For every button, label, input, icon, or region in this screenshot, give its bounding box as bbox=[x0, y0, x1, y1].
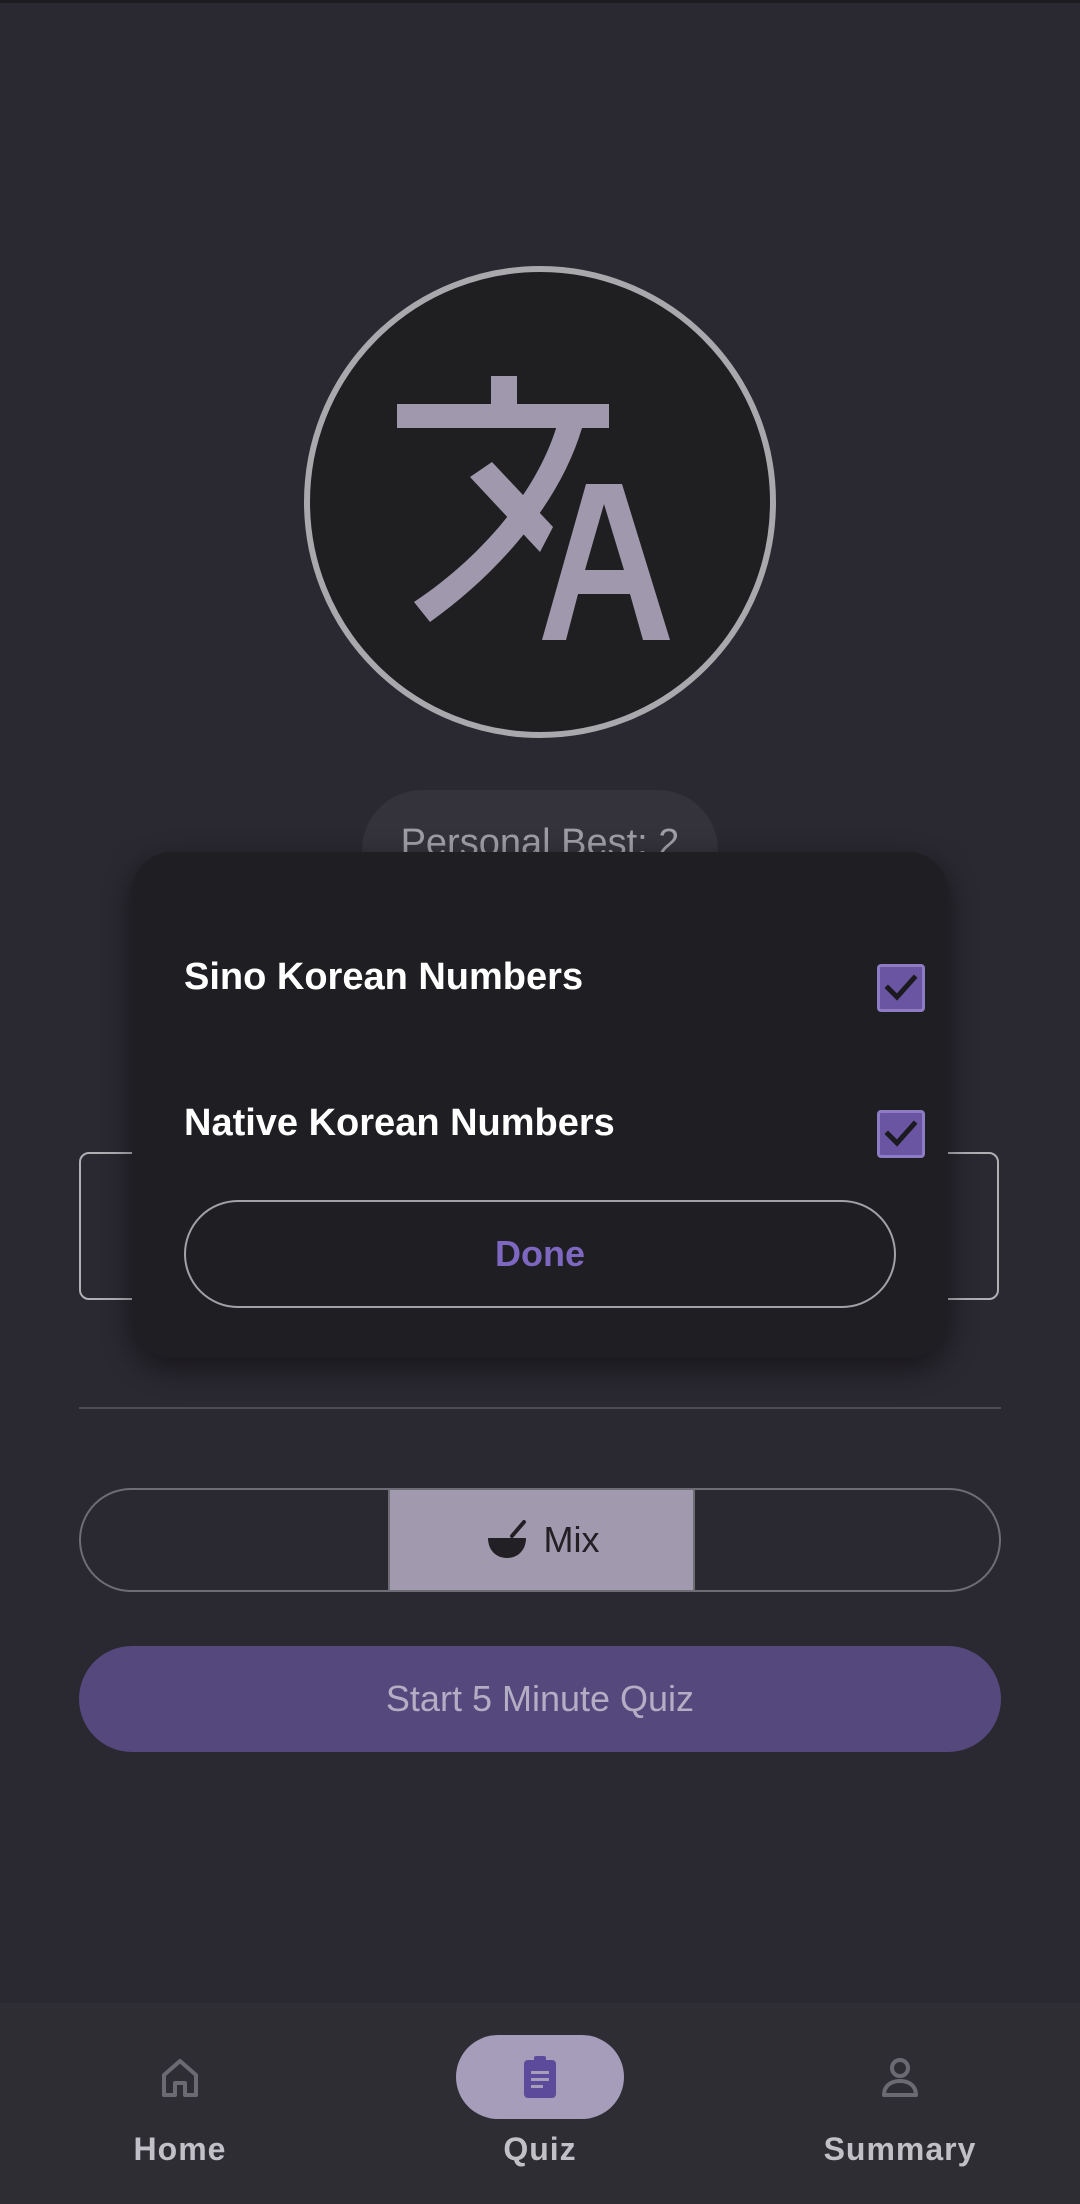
mode-segmented-control: Mix bbox=[79, 1488, 1001, 1592]
home-icon bbox=[162, 2059, 198, 2097]
done-label: Done bbox=[495, 1233, 585, 1274]
translate-icon bbox=[397, 376, 670, 640]
option-label: Native Korean Numbers bbox=[184, 1102, 615, 1144]
nav-label-summary: Summary bbox=[823, 2131, 977, 2167]
clipboard-icon bbox=[524, 2056, 556, 2098]
segment-right[interactable] bbox=[695, 1490, 999, 1590]
start-quiz-label: Start 5 Minute Quiz bbox=[385, 1678, 695, 1719]
segment-left[interactable] bbox=[81, 1490, 388, 1590]
nav-icon-container bbox=[816, 2035, 984, 2119]
done-button[interactable]: Done bbox=[184, 1200, 896, 1308]
nav-label-quiz: Quiz bbox=[503, 2131, 577, 2167]
option-label: Sino Korean Numbers bbox=[184, 956, 584, 998]
segment-mix[interactable]: Mix bbox=[388, 1490, 695, 1590]
nav-item-quiz[interactable]: Quiz bbox=[360, 2003, 720, 2204]
nav-icon-container-active bbox=[456, 2035, 624, 2119]
number-type-dialog: Sino Korean Numbers Native Korean Number… bbox=[132, 852, 948, 1358]
translate-logo bbox=[304, 266, 776, 738]
check-icon bbox=[884, 974, 918, 1001]
start-quiz-button[interactable]: Start 5 Minute Quiz bbox=[79, 1646, 1001, 1752]
divider bbox=[79, 1407, 1001, 1409]
segment-mix-label: Mix bbox=[543, 1519, 600, 1560]
sino-korean-checkbox[interactable] bbox=[877, 964, 925, 1012]
option-sino-korean[interactable]: Sino Korean Numbers bbox=[184, 944, 925, 1014]
nav-label-home: Home bbox=[133, 2131, 227, 2167]
nav-icon-container bbox=[96, 2035, 264, 2119]
person-icon bbox=[882, 2058, 918, 2097]
option-native-korean[interactable]: Native Korean Numbers bbox=[184, 1090, 925, 1160]
nav-item-summary[interactable]: Summary bbox=[720, 2003, 1080, 2204]
nav-item-home[interactable]: Home bbox=[0, 2003, 360, 2204]
check-icon bbox=[884, 1120, 918, 1147]
status-bar-edge bbox=[0, 0, 1080, 3]
bottom-navigation: Home Quiz Summary bbox=[0, 2003, 1080, 2204]
bowl-icon bbox=[487, 1520, 526, 1558]
native-korean-checkbox[interactable] bbox=[877, 1110, 925, 1158]
